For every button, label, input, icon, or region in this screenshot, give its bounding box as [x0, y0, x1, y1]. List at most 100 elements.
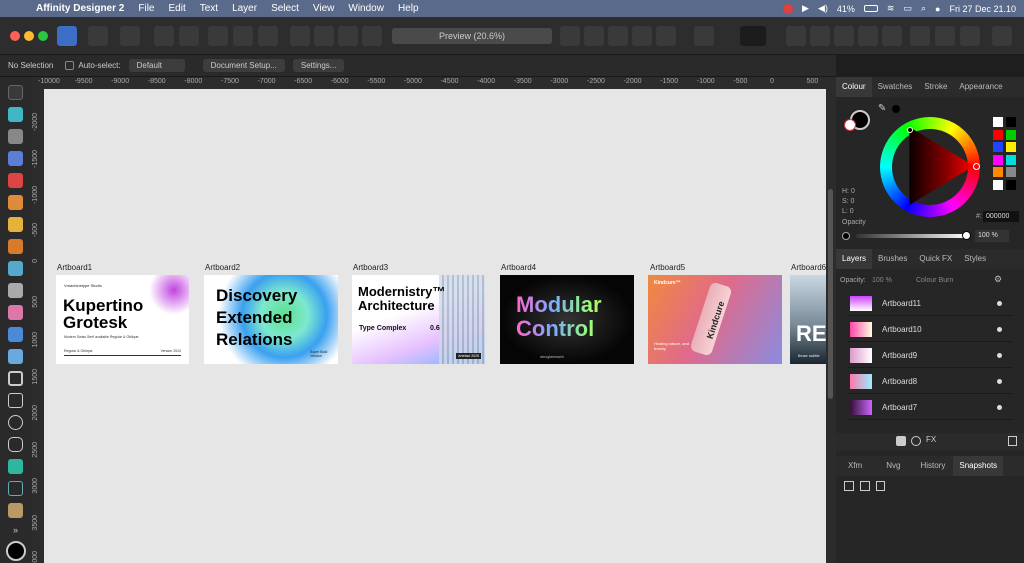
tab-xfm[interactable]: Xfm: [836, 456, 874, 476]
palette-swatch[interactable]: [1006, 117, 1016, 127]
boolean-subtract-icon[interactable]: [810, 26, 830, 46]
palette-swatch[interactable]: [993, 129, 1003, 140]
minimize-window-button[interactable]: [24, 31, 34, 41]
settings-button[interactable]: Settings...: [292, 59, 345, 72]
designer-persona-icon[interactable]: [57, 26, 77, 46]
layer-row[interactable]: Artboard9: [848, 343, 1012, 368]
arrange-front-icon[interactable]: [290, 26, 310, 46]
hue-marker[interactable]: [973, 163, 980, 170]
volume-icon[interactable]: ◀): [818, 3, 828, 14]
saturation-marker[interactable]: [907, 127, 913, 133]
opacity-swatch-icon[interactable]: [842, 232, 850, 240]
auto-select-dropdown[interactable]: Default: [128, 59, 185, 72]
battery-icon[interactable]: [863, 5, 878, 12]
hex-input[interactable]: 000000: [983, 211, 1019, 222]
tab-quick-fx[interactable]: Quick FX: [913, 249, 958, 269]
tab-history[interactable]: History: [912, 456, 953, 476]
text-tool-icon[interactable]: [8, 481, 23, 496]
visibility-icon[interactable]: [997, 326, 1002, 332]
palette-swatch[interactable]: [1006, 142, 1016, 152]
pixel-persona-icon[interactable]: [88, 26, 108, 46]
menu-view[interactable]: View: [313, 3, 335, 14]
rectangle-tool-icon[interactable]: [8, 393, 23, 408]
tab-stroke[interactable]: Stroke: [918, 77, 953, 97]
tab-styles[interactable]: Styles: [958, 249, 992, 269]
vector-brush-icon[interactable]: [8, 239, 23, 254]
artboard-1[interactable]: Vmachinetype Studio Kupertino Grotesk Mo…: [56, 275, 189, 364]
visibility-icon[interactable]: [997, 300, 1002, 306]
rotate-left-icon[interactable]: [608, 26, 628, 46]
current-colour-dot[interactable]: [892, 105, 900, 113]
menu-window[interactable]: Window: [348, 3, 384, 14]
auto-select-checkbox[interactable]: [65, 61, 75, 70]
canvas[interactable]: Artboard1 Vmachinetype Studio Kupertino …: [44, 89, 826, 563]
layer-settings-icon[interactable]: ⚙: [994, 274, 1002, 285]
blend-mode-dropdown[interactable]: Colour Burn: [916, 275, 988, 286]
snapshot-delete-icon[interactable]: [876, 481, 885, 491]
artboard-4[interactable]: Modular Control winogfaemacht: [500, 275, 634, 364]
geometry-icon[interactable]: [882, 26, 902, 46]
fill-tool-icon[interactable]: [8, 261, 23, 276]
scroll-thumb[interactable]: [828, 189, 833, 399]
view-mode-dropdown[interactable]: Preview (20.6%): [392, 28, 552, 44]
menu-select[interactable]: Select: [271, 3, 299, 14]
move-tool-icon[interactable]: [8, 85, 23, 100]
corner-tool-icon[interactable]: [8, 173, 23, 188]
vertical-ruler[interactable]: -2000 -1500 -1000 -500 0 500 1000 1500 2000 2500 3…: [32, 89, 44, 563]
transparency-tool-icon[interactable]: [8, 283, 23, 298]
snap-nodes-icon[interactable]: [233, 26, 253, 46]
artboard-label[interactable]: Artboard6: [791, 263, 826, 272]
opacity-slider[interactable]: [856, 234, 968, 238]
transform-origin-icon[interactable]: [694, 26, 714, 46]
tab-brushes[interactable]: Brushes: [872, 249, 913, 269]
menu-text[interactable]: Text: [200, 3, 218, 14]
palette-swatch[interactable]: [993, 154, 1003, 165]
adjustment-icon[interactable]: [911, 436, 921, 446]
document-setup-button[interactable]: Document Setup...: [202, 59, 285, 72]
siri-icon[interactable]: ●: [935, 4, 940, 14]
palette-swatch[interactable]: [993, 117, 1003, 127]
palette-swatch[interactable]: [993, 167, 1003, 177]
boolean-xor-icon[interactable]: [858, 26, 878, 46]
image-tool-icon[interactable]: [8, 349, 23, 364]
layer-row[interactable]: Artboard11: [848, 291, 1012, 316]
artboard-2[interactable]: Discovery Extended Relations Super Bold …: [204, 275, 338, 364]
flip-horizontal-icon[interactable]: [560, 26, 580, 46]
layer-row[interactable]: Artboard7: [848, 395, 1012, 420]
artboard-label[interactable]: Artboard4: [501, 263, 536, 272]
align-icon[interactable]: [656, 26, 676, 46]
menu-help[interactable]: Help: [398, 3, 419, 14]
horizontal-ruler[interactable]: -10000 -9500 -9000 -8500 -8000 -7500 -7000 -650…: [32, 77, 836, 89]
shape-tool-icon[interactable]: [8, 459, 23, 474]
export-persona-icon[interactable]: [120, 26, 140, 46]
artboard-label[interactable]: Artboard2: [205, 263, 240, 272]
tab-colour[interactable]: Colour: [836, 77, 872, 97]
artboard-5[interactable]: Kindcure™ Kindcure Healing nature, and f…: [648, 275, 782, 364]
menu-layer[interactable]: Layer: [232, 3, 257, 14]
visibility-icon[interactable]: [997, 404, 1002, 410]
insert-top-icon[interactable]: [960, 26, 980, 46]
menu-edit[interactable]: Edit: [168, 3, 185, 14]
artboard-label[interactable]: Artboard5: [650, 263, 685, 272]
pixel-brush-icon[interactable]: [8, 305, 23, 320]
add-layer-icon[interactable]: [896, 436, 906, 446]
boolean-intersect-icon[interactable]: [834, 26, 854, 46]
pencil-tool-icon[interactable]: [8, 217, 23, 232]
fx-icon[interactable]: FX: [926, 435, 936, 444]
fill-stroke-swatch-icon[interactable]: [6, 541, 26, 561]
snapshot-restore-icon[interactable]: [860, 481, 870, 491]
node-tool-icon[interactable]: [8, 129, 23, 144]
colour-wheel[interactable]: [880, 117, 980, 217]
artboard-label[interactable]: Artboard3: [353, 263, 388, 272]
visibility-icon[interactable]: [997, 378, 1002, 384]
artboard-6[interactable]: RE those subtle: [790, 275, 826, 364]
wifi-icon[interactable]: ≋: [887, 3, 895, 14]
palette-swatch[interactable]: [993, 179, 1003, 190]
app-name-menu[interactable]: Affinity Designer 2: [36, 3, 124, 14]
color-picker-icon[interactable]: [8, 503, 23, 518]
artboard-label[interactable]: Artboard1: [57, 263, 92, 272]
crop-tool-icon[interactable]: [8, 371, 23, 386]
tab-swatches[interactable]: Swatches: [872, 77, 919, 97]
tab-layers[interactable]: Layers: [836, 249, 873, 269]
rotate-right-icon[interactable]: [632, 26, 652, 46]
